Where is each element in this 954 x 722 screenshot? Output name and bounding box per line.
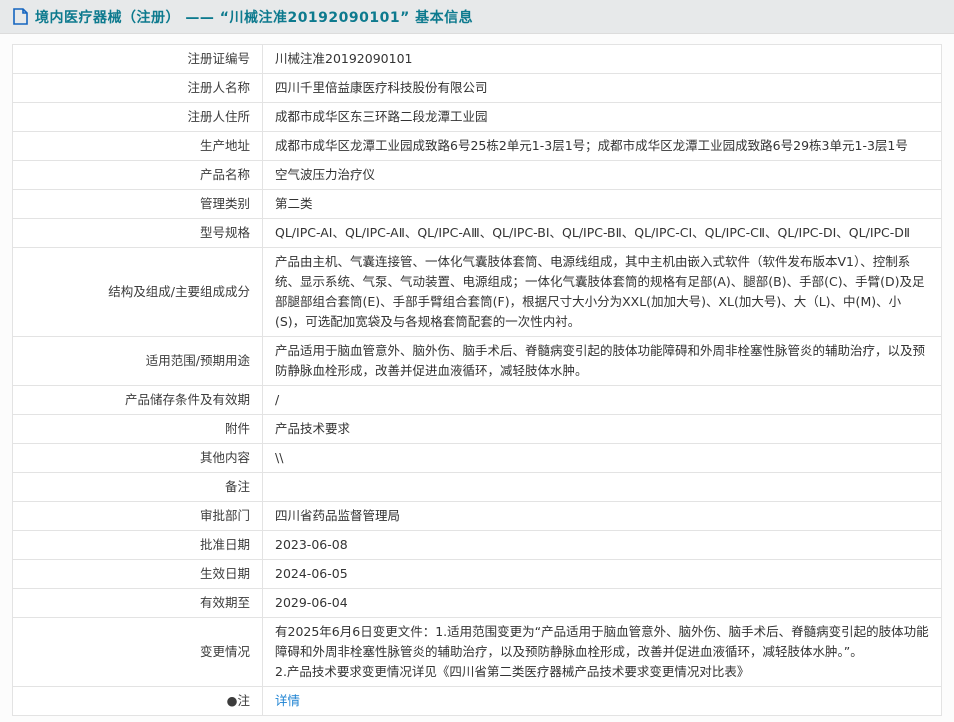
table-row: 管理类别第二类 bbox=[13, 190, 942, 219]
row-label: 注册证编号 bbox=[13, 45, 263, 74]
registration-info-table: 注册证编号川械注准20192090101注册人名称四川千里倍益康医疗科技股份有限… bbox=[12, 44, 942, 716]
row-value: / bbox=[263, 386, 942, 415]
row-value: 成都市成华区东三环路二段龙潭工业园 bbox=[263, 103, 942, 132]
table-row: 产品名称空气波压力治疗仪 bbox=[13, 161, 942, 190]
row-label: 结构及组成/主要组成成分 bbox=[13, 248, 263, 337]
row-value: 空气波压力治疗仪 bbox=[263, 161, 942, 190]
page-title: 境内医疗器械（注册） —— “川械注准20192090101” 基本信息 bbox=[35, 7, 473, 27]
row-value: 四川千里倍益康医疗科技股份有限公司 bbox=[263, 74, 942, 103]
row-label: 注册人住所 bbox=[13, 103, 263, 132]
row-label: 生产地址 bbox=[13, 132, 263, 161]
row-label: 产品名称 bbox=[13, 161, 263, 190]
row-label: 产品储存条件及有效期 bbox=[13, 386, 263, 415]
row-value: QL/IPC-AⅠ、QL/IPC-AⅡ、QL/IPC-AⅢ、QL/IPC-BⅠ、… bbox=[263, 219, 942, 248]
row-label: 生效日期 bbox=[13, 560, 263, 589]
row-value: 2029-06-04 bbox=[263, 589, 942, 618]
row-label: 有效期至 bbox=[13, 589, 263, 618]
row-value: 有2025年6月6日变更文件：1.适用范围变更为“产品适用于脑血管意外、脑外伤、… bbox=[263, 618, 942, 687]
detail-link[interactable]: 详情 bbox=[275, 693, 300, 708]
table-row: 注册证编号川械注准20192090101 bbox=[13, 45, 942, 74]
row-label: 变更情况 bbox=[13, 618, 263, 687]
row-label: 备注 bbox=[13, 473, 263, 502]
info-table-body: 注册证编号川械注准20192090101注册人名称四川千里倍益康医疗科技股份有限… bbox=[13, 45, 942, 716]
row-value: 产品技术要求 bbox=[263, 415, 942, 444]
row-label: 注册人名称 bbox=[13, 74, 263, 103]
page-header: 境内医疗器械（注册） —— “川械注准20192090101” 基本信息 bbox=[0, 0, 954, 34]
table-row: ●注详情 bbox=[13, 687, 942, 716]
row-label: 型号规格 bbox=[13, 219, 263, 248]
row-value: \\ bbox=[263, 444, 942, 473]
table-row: 适用范围/预期用途产品适用于脑血管意外、脑外伤、脑手术后、脊髓病变引起的肢体功能… bbox=[13, 337, 942, 386]
row-value: 产品适用于脑血管意外、脑外伤、脑手术后、脊髓病变引起的肢体功能障碍和外周非栓塞性… bbox=[263, 337, 942, 386]
table-row: 附件产品技术要求 bbox=[13, 415, 942, 444]
table-row: 其他内容\\ bbox=[13, 444, 942, 473]
row-label: 其他内容 bbox=[13, 444, 263, 473]
row-label: 审批部门 bbox=[13, 502, 263, 531]
row-value: 2024-06-05 bbox=[263, 560, 942, 589]
table-row: 注册人住所成都市成华区东三环路二段龙潭工业园 bbox=[13, 103, 942, 132]
row-value: 产品由主机、气囊连接管、一体化气囊肢体套筒、电源线组成，其中主机由嵌入式软件（软… bbox=[263, 248, 942, 337]
row-value: 川械注准20192090101 bbox=[263, 45, 942, 74]
row-label: 附件 bbox=[13, 415, 263, 444]
row-value: 四川省药品监督管理局 bbox=[263, 502, 942, 531]
row-value: 2023-06-08 bbox=[263, 531, 942, 560]
table-row: 有效期至2029-06-04 bbox=[13, 589, 942, 618]
table-row: 生产地址成都市成华区龙潭工业园成致路6号25栋2单元1-3层1号；成都市成华区龙… bbox=[13, 132, 942, 161]
table-row: 变更情况有2025年6月6日变更文件：1.适用范围变更为“产品适用于脑血管意外、… bbox=[13, 618, 942, 687]
registration-info-panel: 注册证编号川械注准20192090101注册人名称四川千里倍益康医疗科技股份有限… bbox=[0, 34, 954, 722]
table-row: 批准日期2023-06-08 bbox=[13, 531, 942, 560]
row-label: 批准日期 bbox=[13, 531, 263, 560]
row-value bbox=[263, 473, 942, 502]
table-row: 生效日期2024-06-05 bbox=[13, 560, 942, 589]
table-row: 产品储存条件及有效期/ bbox=[13, 386, 942, 415]
table-row: 注册人名称四川千里倍益康医疗科技股份有限公司 bbox=[13, 74, 942, 103]
table-row: 结构及组成/主要组成成分产品由主机、气囊连接管、一体化气囊肢体套筒、电源线组成，… bbox=[13, 248, 942, 337]
row-value: 第二类 bbox=[263, 190, 942, 219]
table-row: 型号规格QL/IPC-AⅠ、QL/IPC-AⅡ、QL/IPC-AⅢ、QL/IPC… bbox=[13, 219, 942, 248]
row-label: 适用范围/预期用途 bbox=[13, 337, 263, 386]
document-icon bbox=[13, 8, 28, 25]
row-label: ●注 bbox=[13, 687, 263, 716]
table-row: 备注 bbox=[13, 473, 942, 502]
row-label: 管理类别 bbox=[13, 190, 263, 219]
row-value: 成都市成华区龙潭工业园成致路6号25栋2单元1-3层1号；成都市成华区龙潭工业园… bbox=[263, 132, 942, 161]
row-value: 详情 bbox=[263, 687, 942, 716]
table-row: 审批部门四川省药品监督管理局 bbox=[13, 502, 942, 531]
